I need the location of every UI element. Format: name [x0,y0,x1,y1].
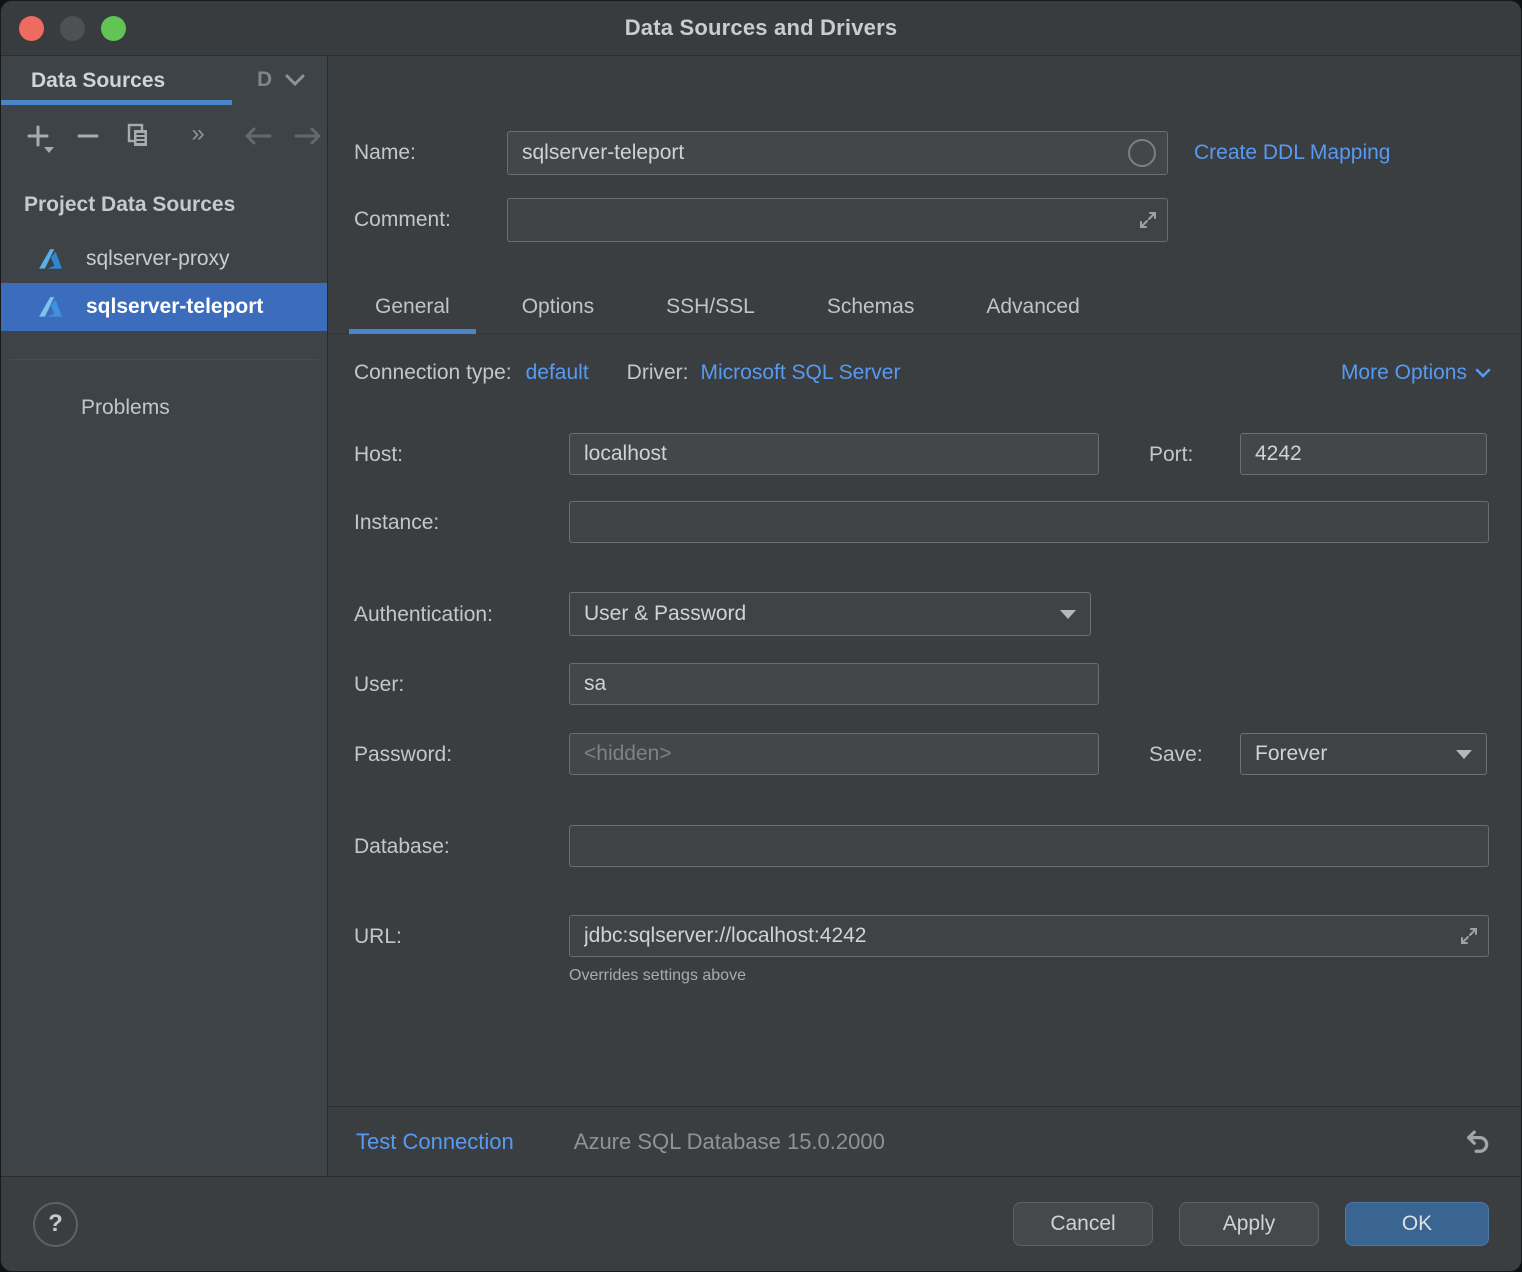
url-field-wrap [569,915,1489,957]
data-source-list: sqlserver-proxy sqlserver-teleport [1,235,327,331]
name-label: Name: [354,141,416,165]
add-dropdown-caret-icon [44,147,54,153]
chevron-down-icon [1475,368,1491,379]
tab-data-sources[interactable]: Data Sources [31,69,165,93]
help-button[interactable]: ? [33,1202,78,1247]
active-tab-underline [1,100,232,105]
chevron-down-icon[interactable] [284,73,306,87]
connection-type-label: Connection type: [354,361,512,385]
authentication-label: Authentication: [354,603,493,627]
dialog-button-bar: ? Cancel Apply OK [1,1176,1521,1271]
expand-editor-icon[interactable] [1138,210,1158,230]
add-data-source-button[interactable] [23,121,53,151]
tab-ssh-ssl[interactable]: SSH/SSL [645,280,776,333]
test-connection-link[interactable]: Test Connection [356,1129,514,1155]
apply-button[interactable]: Apply [1179,1202,1319,1246]
data-sources-dialog: Data Sources and Drivers Data Sources D [0,0,1522,1272]
save-value: Forever [1255,742,1327,766]
tab-general[interactable]: General [354,280,471,333]
sidebar-divider [9,359,319,360]
project-data-sources-header: Project Data Sources [24,193,327,217]
back-arrow-icon[interactable] [243,121,273,151]
authentication-value: User & Password [584,602,746,626]
connection-footer: Test Connection Azure SQL Database 15.0.… [328,1106,1521,1176]
url-input[interactable] [569,915,1489,957]
expand-editor-icon[interactable] [1459,926,1479,946]
host-label: Host: [354,443,403,467]
name-field-wrap [507,131,1168,175]
password-label: Password: [354,743,452,767]
main-panel: Name: Create DDL Mapping Comment: Genera… [328,56,1521,1176]
ok-button[interactable]: OK [1345,1202,1489,1246]
instance-input[interactable] [569,501,1489,543]
loading-spinner-icon [1128,139,1156,167]
password-input[interactable] [569,733,1099,775]
port-label: Port: [1149,443,1193,467]
forward-arrow-icon[interactable] [293,121,323,151]
sidebar-tab-bar: Data Sources D [1,56,327,105]
list-item-label: sqlserver-teleport [86,295,263,319]
list-item-sqlserver-proxy[interactable]: sqlserver-proxy [1,235,327,283]
cancel-button[interactable]: Cancel [1013,1202,1153,1246]
server-version-info: Azure SQL Database 15.0.2000 [574,1129,885,1155]
authentication-select[interactable]: User & Password [569,592,1091,636]
list-item-sqlserver-teleport[interactable]: sqlserver-teleport [1,283,327,331]
sidebar: Data Sources D [1,56,328,1176]
comment-field-wrap [507,198,1168,242]
maximize-window-button[interactable] [101,16,126,41]
dropdown-arrow-icon [1456,750,1472,759]
database-input[interactable] [569,825,1489,867]
minimize-window-button[interactable] [60,16,85,41]
save-select[interactable]: Forever [1240,733,1487,775]
titlebar: Data Sources and Drivers [1,1,1521,56]
comment-label: Comment: [354,208,451,232]
url-label: URL: [354,925,402,949]
driver-value-link[interactable]: Microsoft SQL Server [701,361,901,385]
port-input[interactable] [1240,433,1487,475]
azure-icon [37,248,64,270]
connection-type-value-link[interactable]: default [526,361,589,385]
connection-type-row: Connection type: default Driver: Microso… [354,361,1491,385]
duplicate-icon[interactable] [123,121,153,151]
user-label: User: [354,673,404,697]
host-input[interactable] [569,433,1099,475]
revert-changes-icon[interactable] [1463,1129,1493,1155]
database-label: Database: [354,835,450,859]
user-input[interactable] [569,663,1099,705]
name-input[interactable] [507,131,1168,175]
question-mark-icon: ? [48,1210,63,1238]
tab-drivers-truncated[interactable]: D [257,68,275,92]
show-more-actions-icon[interactable]: » [183,121,213,151]
url-hint: Overrides settings above [569,967,746,985]
action-buttons: Cancel Apply OK [1013,1202,1489,1246]
comment-input[interactable] [507,198,1168,242]
list-item-label: sqlserver-proxy [86,247,230,271]
sidebar-toolbar: » [1,105,327,167]
instance-label: Instance: [354,511,439,535]
traffic-lights [19,16,126,41]
settings-tab-bar: General Options SSH/SSL Schemas Advanced [328,280,1521,334]
tab-advanced[interactable]: Advanced [965,280,1100,333]
remove-data-source-button[interactable] [73,121,103,151]
close-window-button[interactable] [19,16,44,41]
tab-options[interactable]: Options [501,280,615,333]
dropdown-arrow-icon [1060,610,1076,619]
problems-link[interactable]: Problems [81,396,327,420]
more-options-link[interactable]: More Options [1341,361,1491,385]
create-ddl-mapping-link[interactable]: Create DDL Mapping [1194,141,1391,165]
driver-label: Driver: [627,361,689,385]
tab-schemas[interactable]: Schemas [806,280,936,333]
azure-icon [37,296,64,318]
save-label: Save: [1149,743,1203,767]
window-title: Data Sources and Drivers [625,15,898,41]
